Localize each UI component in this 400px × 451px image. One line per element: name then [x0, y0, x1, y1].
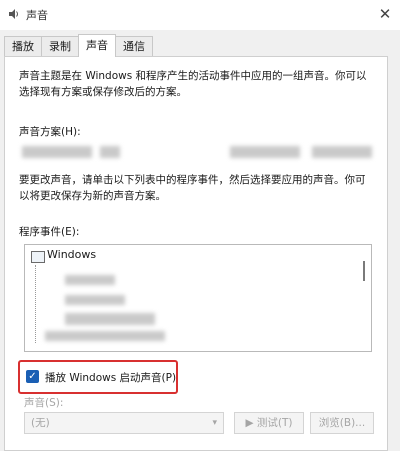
tab-recording[interactable]: 录制	[41, 36, 79, 57]
startup-sound-highlight: ✓ 播放 Windows 启动声音(P)	[18, 360, 178, 394]
sound-select[interactable]: (无) ▾	[24, 412, 224, 434]
tab-communications[interactable]: 通信	[115, 36, 153, 57]
tab-strip: 播放 录制 声音 通信	[4, 34, 153, 57]
startup-sound-checkbox[interactable]: ✓	[26, 370, 39, 383]
program-events-list[interactable]: Windows	[24, 244, 372, 352]
tab-sounds[interactable]: 声音	[78, 34, 116, 57]
chevron-down-icon: ▾	[212, 418, 217, 428]
close-button[interactable]: ✕	[370, 0, 400, 30]
intro-text: 声音主题是在 Windows 和程序产生的活动事件中应用的一组声音。你可以选择现…	[19, 70, 367, 98]
close-icon: ✕	[378, 5, 392, 23]
scheme-controls-redacted	[0, 146, 400, 162]
sound-select-value: (无)	[31, 417, 50, 429]
window-title: 声音	[26, 9, 48, 22]
scrollbar-thumb[interactable]	[363, 261, 365, 281]
window-icon	[31, 251, 45, 263]
tree-connector	[35, 265, 37, 343]
scheme-label: 声音方案(H):	[19, 126, 81, 138]
speaker-icon	[9, 9, 18, 19]
list-item-windows[interactable]: Windows	[47, 248, 96, 261]
startup-sound-label[interactable]: 播放 Windows 启动声音(P)	[45, 370, 176, 385]
tab-playback[interactable]: 播放	[4, 36, 42, 57]
events-label: 程序事件(E):	[19, 226, 80, 238]
change-instructions: 要更改声音，请单击以下列表中的程序事件，然后选择要应用的声音。你可以将更改保存为…	[19, 174, 366, 202]
list-scrollbar[interactable]	[359, 247, 369, 349]
browse-button[interactable]: 浏览(B)...	[310, 412, 374, 434]
title-bar: 声音 ✕	[0, 0, 400, 30]
sound-label: 声音(S):	[24, 397, 64, 409]
checkmark-icon: ✓	[28, 371, 37, 382]
test-button[interactable]: ▶ 测试(T)	[234, 412, 304, 434]
